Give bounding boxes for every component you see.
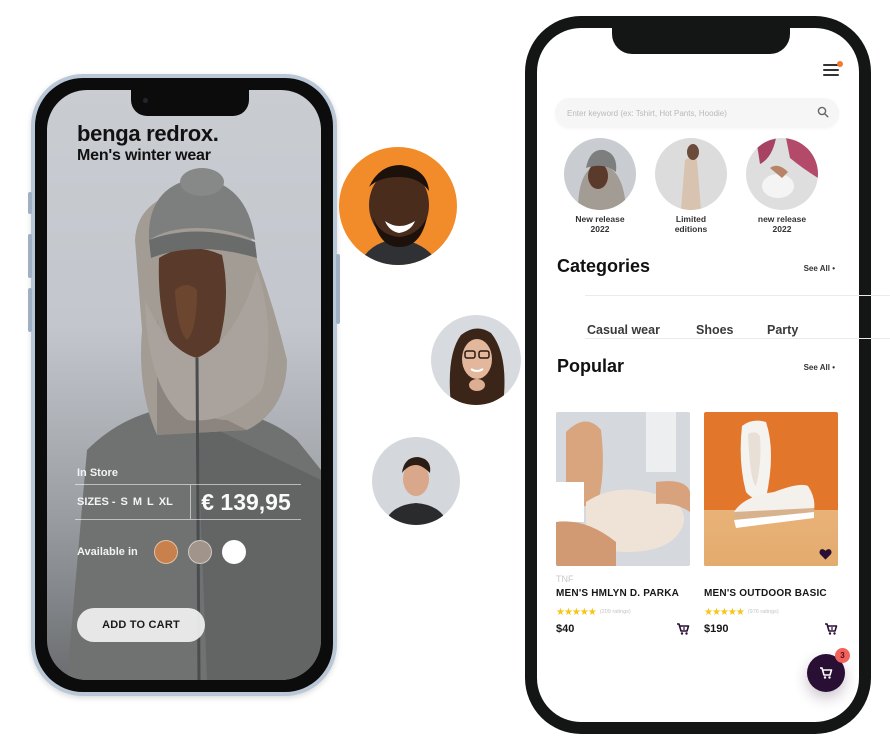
phone-bezel: benga redrox. Men's winter wear In Store…	[35, 78, 333, 692]
product-image	[556, 412, 690, 566]
volume-down-button	[28, 288, 32, 332]
color-swatch-taupe[interactable]	[187, 540, 212, 564]
star-rating-icon: ★★★★★	[556, 606, 597, 618]
volume-up-button	[28, 234, 32, 278]
collection-subtitle: Men's winter wear	[77, 147, 211, 164]
color-swatch-rust[interactable]	[153, 540, 178, 564]
right-phone-mockup: New release2022 Limitededitions	[525, 16, 889, 734]
product-image	[704, 412, 838, 566]
avatar-photo	[339, 147, 457, 265]
ratings-count: (209 ratings)	[599, 609, 631, 615]
story-photo	[564, 138, 636, 210]
product-brand-tag: TNF	[556, 574, 574, 584]
avatar-smiling-man	[339, 147, 457, 265]
avatar-photo	[372, 437, 460, 525]
available-in-label: Available in	[77, 546, 138, 558]
power-button	[336, 254, 340, 324]
popular-heading: Popular	[557, 356, 625, 376]
story-photo	[655, 138, 727, 210]
menu-line	[823, 74, 839, 76]
product-name: MEN'S HMLYN D. PARKA	[556, 588, 680, 599]
product-photo-sneaker	[704, 412, 838, 566]
shopping-cart-icon	[820, 667, 833, 679]
product-price: $40	[556, 623, 575, 635]
beanie-pompom	[180, 168, 224, 196]
floating-cart-button[interactable]: 3	[807, 648, 850, 692]
story-photo	[746, 138, 818, 210]
product-price: € 139,95	[201, 488, 291, 515]
menu-line	[823, 69, 839, 71]
story-thumbnail	[746, 138, 818, 210]
story-thumbnail	[655, 138, 727, 210]
phone-notch	[131, 90, 249, 116]
avatar-young-man	[372, 437, 460, 525]
add-to-cart-icon[interactable]	[824, 622, 838, 636]
product-brand-tag	[704, 574, 838, 584]
size-option-m[interactable]: M	[133, 496, 142, 508]
sizes-label: SIZES -	[77, 496, 116, 508]
star-rating-icon: ★★★★★	[704, 606, 745, 618]
phone-notch	[612, 26, 790, 54]
mute-switch	[28, 192, 32, 214]
size-option-l[interactable]: L	[147, 496, 154, 508]
notification-dot	[837, 61, 843, 67]
story-label: new release 2022	[757, 214, 807, 234]
ratings-count: (976 ratings)	[747, 609, 779, 615]
categories-see-all-link[interactable]: See All •	[804, 264, 835, 273]
in-store-label: In Store	[77, 467, 118, 479]
size-option-xl[interactable]: XL	[159, 496, 173, 508]
story-new-release-2[interactable]: new release 2022	[746, 138, 818, 234]
popular-see-all-link[interactable]: See All •	[804, 363, 835, 372]
menu-button[interactable]	[823, 61, 843, 78]
product-price: $190	[704, 623, 729, 635]
model-photo	[67, 168, 321, 680]
cart-count-badge: 3	[835, 648, 850, 663]
size-option-s[interactable]: S	[121, 496, 128, 508]
search-input[interactable]	[555, 98, 839, 128]
story-label: Limited editions	[674, 214, 708, 234]
home-screen: New release2022 Limitededitions	[537, 26, 889, 722]
add-to-cart-icon[interactable]	[676, 622, 690, 636]
product-card[interactable]: MEN'S OUTDOOR BASIC ★★★★★ (976 ratings) …	[704, 412, 838, 636]
avatar-photo	[431, 315, 521, 405]
color-options: Available in	[77, 540, 246, 564]
sizes-selector: SIZES - S M L XL	[75, 485, 191, 519]
product-rating: ★★★★★ (976 ratings)	[704, 606, 838, 618]
avatar-woman-glasses	[431, 315, 521, 405]
favorite-heart-icon[interactable]	[819, 548, 832, 560]
story-new-release[interactable]: New release 2022	[564, 138, 636, 234]
category-shoes[interactable]: Shoes	[696, 323, 734, 337]
brand-title: benga redrox.	[77, 121, 219, 146]
search-icon[interactable]	[817, 106, 829, 118]
product-screen: benga redrox. Men's winter wear In Store…	[47, 90, 321, 680]
category-casual-wear[interactable]: Casual wear	[587, 323, 660, 337]
category-party[interactable]: Party	[767, 323, 798, 337]
story-label: New release 2022	[575, 214, 625, 234]
color-swatch-white[interactable]	[221, 540, 246, 564]
product-card[interactable]: TNF MEN'S HMLYN D. PARKA ★★★★★ (209 rati…	[556, 412, 690, 636]
camera-icon	[143, 98, 148, 103]
left-phone-mockup: benga redrox. Men's winter wear In Store…	[28, 74, 340, 696]
size-price-row: SIZES - S M L XL € 139,95	[75, 484, 301, 520]
category-divider-bottom	[585, 338, 889, 339]
add-to-cart-button[interactable]: ADD TO CART	[77, 608, 205, 642]
product-name: MEN'S OUTDOOR BASIC	[704, 588, 827, 599]
search-bar	[555, 98, 839, 128]
category-divider-top	[585, 295, 889, 296]
product-rating: ★★★★★ (209 ratings)	[556, 606, 690, 618]
story-thumbnail	[564, 138, 636, 210]
story-limited-editions[interactable]: Limited editions	[655, 138, 727, 234]
product-photo-parka	[556, 412, 690, 566]
categories-heading: Categories	[557, 256, 651, 276]
